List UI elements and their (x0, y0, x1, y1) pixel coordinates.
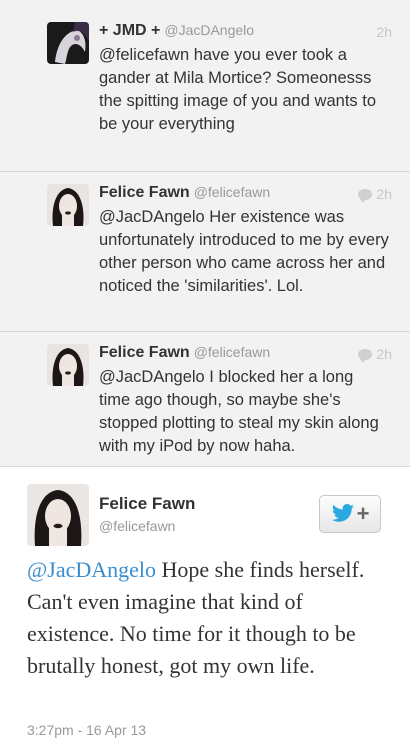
twitter-bird-icon (331, 504, 354, 522)
author-name: Felice Fawn (99, 344, 190, 361)
tweet-author[interactable]: Felice Fawn @felicefawn (99, 184, 270, 202)
follow-plus-label: + (356, 501, 370, 526)
time-label: 2h (376, 24, 392, 40)
tweet-text: @JacDAngelo I blocked her a long time ag… (99, 368, 379, 455)
time-label: 2h (376, 346, 392, 362)
author-handle: @JacDAngelo (164, 22, 255, 38)
reply-tweet[interactable]: + JMD + @JacDAngelo 2h @felicefawn have y… (0, 0, 410, 172)
reply-tweet[interactable]: Felice Fawn @felicefawn 2h @JacDAngelo He… (0, 172, 410, 332)
main-author-handle[interactable]: @felicefawn (99, 518, 175, 534)
conversation-bubble-icon (358, 188, 373, 203)
author-handle: @felicefawn (193, 344, 271, 360)
avatar[interactable] (27, 484, 89, 546)
avatar[interactable] (47, 344, 89, 386)
tweet-time: 2h (376, 24, 392, 40)
author-name: Felice Fawn (99, 184, 190, 201)
main-tweet-text: @JacDAngelo Hope she finds herself. Can'… (27, 554, 387, 682)
reply-tweet[interactable]: Felice Fawn @felicefawn 2h @JacDAngelo I … (0, 332, 410, 467)
conversation-bubble-icon (358, 348, 373, 363)
avatar[interactable] (47, 184, 89, 226)
tweet-text: @felicefawn have you ever took a gander … (99, 46, 377, 133)
tweet-time: 2h (358, 346, 392, 363)
follow-button[interactable]: + (319, 495, 381, 533)
avatar[interactable] (47, 22, 89, 64)
tweet-author[interactable]: Felice Fawn @felicefawn (99, 344, 270, 362)
mention-link[interactable]: @JacDAngelo (27, 557, 156, 582)
tweet-time: 2h (358, 186, 392, 203)
tweet-text: @JacDAngelo Her existence was unfortunat… (99, 208, 389, 295)
tweet-author[interactable]: + JMD + @JacDAngelo (99, 22, 254, 40)
author-name: + JMD + (99, 22, 161, 39)
time-label: 2h (376, 186, 392, 202)
author-handle: @felicefawn (193, 184, 271, 200)
tweet-timestamp[interactable]: 3:27pm - 16 Apr 13 (27, 722, 146, 738)
main-author-name[interactable]: Felice Fawn (99, 494, 195, 514)
